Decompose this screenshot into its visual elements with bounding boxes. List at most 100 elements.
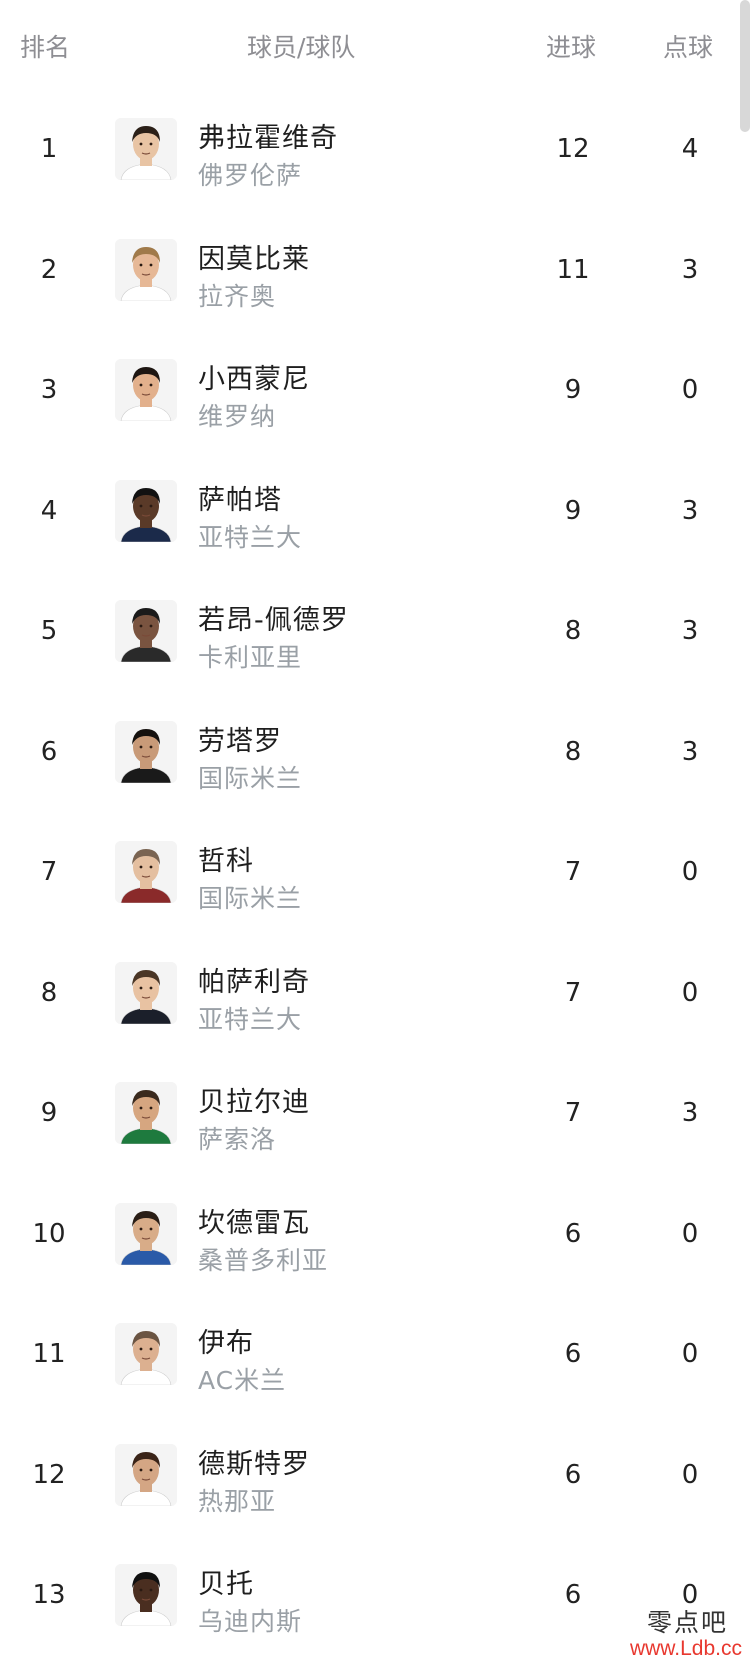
player-avatar[interactable] — [115, 118, 177, 180]
player-name[interactable]: 坎德雷瓦 — [198, 1201, 310, 1240]
header-penalties: 点球 — [663, 33, 714, 62]
player-avatar[interactable] — [115, 479, 177, 542]
goals-count: 6 — [564, 1218, 582, 1249]
table-row[interactable]: 8 帕萨利奇 亚特兰大 7 0 — [0, 938, 740, 1059]
team-name[interactable]: 萨索洛 — [198, 1120, 276, 1156]
goals-count: 7 — [564, 1098, 582, 1128]
team-name[interactable]: 拉齐奥 — [198, 277, 276, 313]
player-name[interactable]: 弗拉霍维奇 — [198, 116, 338, 155]
player-name[interactable]: 萨帕塔 — [198, 478, 282, 517]
header-goals: 进球 — [546, 33, 597, 62]
rank-number: 1 — [40, 134, 58, 164]
player-name[interactable]: 帕萨利奇 — [198, 960, 310, 999]
team-name[interactable]: 国际米兰 — [198, 759, 302, 795]
goals-count: 8 — [564, 736, 582, 767]
table-row[interactable]: 9 贝拉尔迪 萨索洛 7 3 — [0, 1058, 740, 1179]
player-name[interactable]: 德斯特罗 — [198, 1442, 310, 1481]
player-name[interactable]: 劳塔罗 — [198, 719, 282, 758]
goals-count: 9 — [564, 375, 582, 405]
team-name[interactable]: 国际米兰 — [198, 879, 302, 915]
team-name[interactable]: 桑普多利亚 — [198, 1241, 328, 1277]
player-avatar[interactable] — [115, 1202, 177, 1265]
team-name[interactable]: 维罗纳 — [198, 397, 276, 433]
rank-number: 5 — [40, 616, 58, 646]
penalties-count: 3 — [681, 495, 699, 526]
table-row[interactable]: 3 小西蒙尼 维罗纳 9 0 — [0, 335, 740, 456]
goals-count: 6 — [564, 1459, 582, 1490]
player-name[interactable]: 贝托 — [198, 1562, 254, 1601]
player-photo-icon — [115, 479, 177, 542]
penalties-count: 3 — [681, 254, 699, 285]
rank-number: 12 — [32, 1459, 66, 1490]
player-avatar[interactable] — [115, 1564, 177, 1626]
player-avatar[interactable] — [115, 1082, 177, 1144]
table-row[interactable]: 10 坎德雷瓦 桑普多利亚 6 0 — [0, 1179, 740, 1300]
player-photo-icon — [115, 1082, 177, 1144]
rank-number: 13 — [32, 1580, 66, 1610]
table-row[interactable]: 1 弗拉霍维奇 佛罗伦萨 12 4 — [0, 94, 740, 215]
table-row[interactable]: 7 哲科 国际米兰 7 0 — [0, 817, 740, 938]
goals-count: 7 — [564, 977, 582, 1008]
team-name[interactable]: 亚特兰大 — [198, 518, 302, 554]
rank-number: 10 — [32, 1218, 66, 1249]
goals-count: 12 — [556, 134, 590, 164]
rank-number: 11 — [32, 1339, 66, 1369]
table-row[interactable]: 11 伊布 AC米兰 6 0 — [0, 1299, 740, 1420]
rank-number: 4 — [40, 495, 58, 526]
player-photo-icon — [115, 841, 177, 903]
watermark: 零点吧 www.Ldb.cc — [630, 1609, 742, 1660]
penalties-count: 3 — [681, 736, 699, 767]
team-name[interactable]: 热那亚 — [198, 1482, 276, 1518]
penalties-count: 0 — [681, 977, 699, 1008]
penalties-count: 3 — [681, 616, 699, 646]
table-row[interactable]: 2 因莫比莱 拉齐奥 11 3 — [0, 215, 740, 336]
player-avatar[interactable] — [115, 600, 177, 662]
scorer-list: 1 弗拉霍维奇 佛罗伦萨 12 4 2 因莫比莱 拉齐奥 11 3 3 小西蒙尼 维罗纳 9 0 4 萨帕塔 亚特… — [0, 94, 740, 1661]
rank-number: 6 — [40, 736, 58, 767]
player-name[interactable]: 小西蒙尼 — [198, 357, 310, 396]
player-avatar[interactable] — [115, 961, 177, 1024]
penalties-count: 0 — [681, 1580, 699, 1610]
player-photo-icon — [115, 1323, 177, 1385]
goals-count: 6 — [564, 1580, 582, 1610]
team-name[interactable]: 亚特兰大 — [198, 1000, 302, 1036]
player-photo-icon — [115, 238, 177, 301]
penalties-count: 0 — [681, 1339, 699, 1369]
penalties-count: 3 — [681, 1098, 699, 1128]
player-photo-icon — [115, 600, 177, 662]
rank-number: 9 — [40, 1098, 58, 1128]
goals-count: 9 — [564, 495, 582, 526]
player-name[interactable]: 因莫比莱 — [198, 237, 310, 276]
rank-number: 7 — [40, 857, 58, 887]
player-photo-icon — [115, 1564, 177, 1626]
table-row[interactable]: 4 萨帕塔 亚特兰大 9 3 — [0, 456, 740, 577]
scrollbar[interactable] — [740, 0, 750, 132]
player-avatar[interactable] — [115, 720, 177, 783]
player-avatar[interactable] — [115, 841, 177, 903]
team-name[interactable]: 卡利亚里 — [198, 638, 302, 674]
team-name[interactable]: 佛罗伦萨 — [198, 156, 302, 192]
player-avatar[interactable] — [115, 238, 177, 301]
player-name[interactable]: 伊布 — [198, 1321, 254, 1360]
goals-count: 6 — [564, 1339, 582, 1369]
player-name[interactable]: 贝拉尔迪 — [198, 1080, 310, 1119]
player-avatar[interactable] — [115, 1323, 177, 1385]
player-avatar[interactable] — [115, 1443, 177, 1506]
rank-number: 2 — [40, 254, 58, 285]
player-photo-icon — [115, 118, 177, 180]
table-row[interactable]: 12 德斯特罗 热那亚 6 0 — [0, 1420, 740, 1541]
watermark-url: www.Ldb.cc — [629, 1636, 742, 1660]
player-name[interactable]: 哲科 — [198, 839, 254, 878]
table-row[interactable]: 5 若昂-佩德罗 卡利亚里 8 3 — [0, 576, 740, 697]
rank-number: 8 — [40, 977, 58, 1008]
team-name[interactable]: AC米兰 — [198, 1361, 286, 1397]
header-rank: 排名 — [20, 33, 71, 62]
team-name[interactable]: 乌迪内斯 — [198, 1602, 302, 1638]
player-name[interactable]: 若昂-佩德罗 — [198, 598, 349, 637]
goals-count: 8 — [564, 616, 582, 646]
table-header: 排名 球员/球队 进球 点球 — [0, 0, 740, 90]
table-row[interactable]: 6 劳塔罗 国际米兰 8 3 — [0, 697, 740, 818]
player-photo-icon — [115, 359, 177, 421]
player-photo-icon — [115, 961, 177, 1024]
player-avatar[interactable] — [115, 359, 177, 421]
